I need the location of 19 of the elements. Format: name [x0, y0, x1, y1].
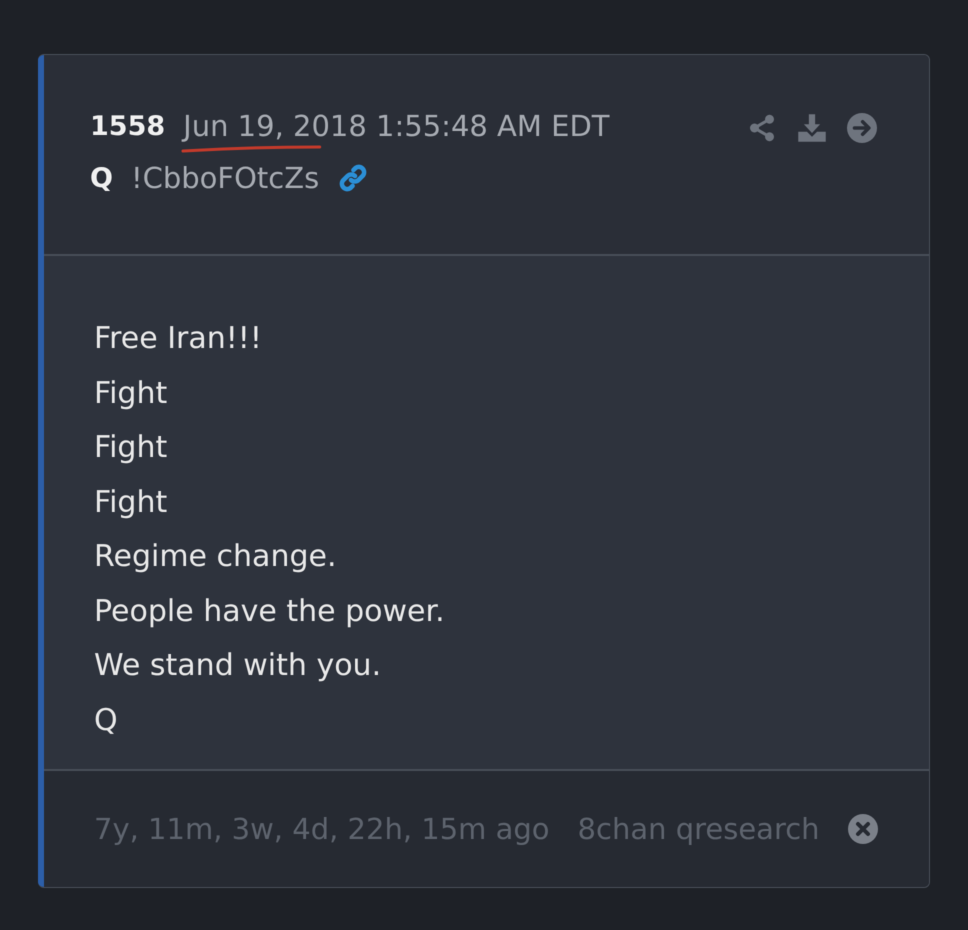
download-icon[interactable] [797, 113, 827, 143]
arrow-circle-icon[interactable] [847, 113, 877, 143]
post-date: Jun 19, 2018 1:55:48 AM EDT [183, 109, 610, 143]
share-icon[interactable] [747, 113, 777, 143]
post-text-line: Free Iran!!! [94, 320, 262, 358]
post-age: 7y, 11m, 3w, 4d, 22h, 15m ago [94, 812, 550, 846]
post-text-line: Fight [94, 374, 168, 412]
tripcode: !CbboFOtcZs [130, 161, 320, 195]
link-icon[interactable] [337, 162, 370, 194]
post-text-line: People have the power. [94, 592, 445, 630]
post-text-line: Q [94, 702, 118, 740]
post-number: 1558 [90, 110, 166, 142]
post-text-line: Fight [94, 429, 168, 467]
post-text-line: Fight [94, 484, 168, 522]
author-name: Q [90, 162, 113, 194]
post-text-line: We stand with you. [94, 647, 382, 685]
post-text-line: Regime change. [94, 538, 336, 576]
post-source: 8chan qresearch [578, 812, 820, 846]
close-icon[interactable] [848, 814, 878, 844]
